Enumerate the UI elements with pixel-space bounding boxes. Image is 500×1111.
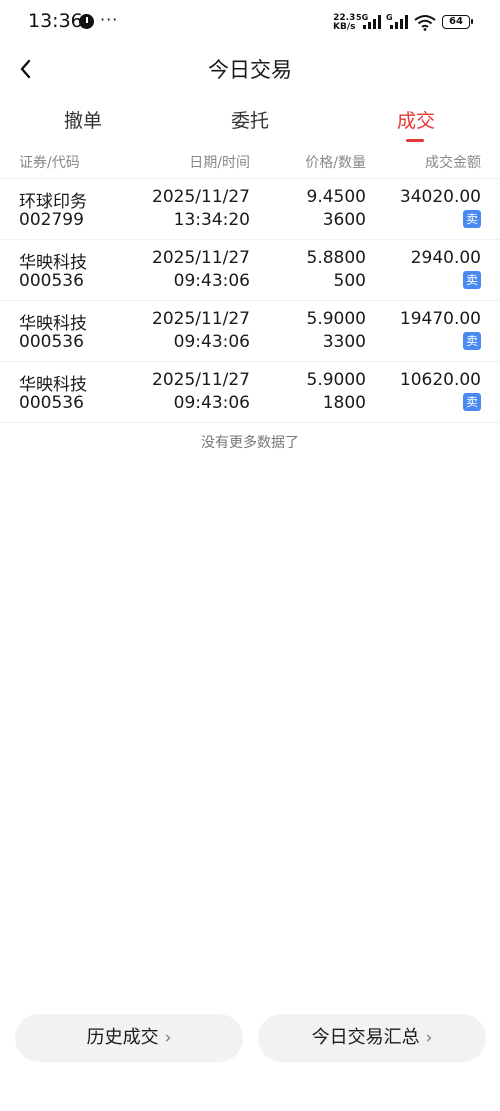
trade-time: 13:34:20	[173, 210, 250, 230]
sell-badge: 卖	[463, 271, 481, 289]
trade-quantity: 3300	[322, 332, 366, 352]
nav-bar: 今日交易	[0, 46, 500, 92]
header-date-time: 日期/时间	[189, 155, 250, 171]
security-name: 环球印务	[19, 192, 87, 212]
trade-price: 5.9000	[306, 370, 366, 390]
header-price-quantity: 价格/数量	[305, 155, 366, 171]
sell-badge: 卖	[463, 210, 481, 228]
table-row[interactable]: 华映科技 000536 2025/11/27 09:43:06 5.9000 1…	[0, 362, 500, 423]
wifi-icon	[414, 15, 436, 31]
trade-time: 09:43:06	[173, 271, 250, 291]
network-speed-unit: KB/s	[333, 22, 356, 32]
trade-quantity: 1800	[322, 393, 366, 413]
status-time: 13:36	[28, 10, 83, 32]
trade-list: 环球印务 002799 2025/11/27 13:34:20 9.4500 3…	[0, 179, 500, 423]
signal-strength-icon	[390, 15, 408, 29]
tab-bar: 撤单 委托 成交	[0, 100, 500, 146]
security-name: 华映科技	[19, 253, 87, 273]
trade-time: 09:43:06	[173, 332, 250, 352]
security-code: 000536	[19, 332, 84, 352]
trade-amount: 10620.00	[399, 370, 481, 390]
trade-price: 5.9000	[306, 309, 366, 329]
header-amount: 成交金额	[425, 155, 481, 171]
trade-price: 9.4500	[306, 187, 366, 207]
table-row[interactable]: 环球印务 002799 2025/11/27 13:34:20 9.4500 3…	[0, 179, 500, 240]
network-speed: 22.3 KB/s	[333, 14, 355, 32]
today-trades-page: 13:36 ··· 22.3 KB/s 5G G 64 今日交易 撤单 委托 成…	[0, 0, 500, 1111]
security-code: 000536	[19, 271, 84, 291]
history-trades-label: 历史成交	[86, 1027, 159, 1048]
trade-date: 2025/11/27	[152, 309, 250, 329]
trade-amount: 2940.00	[410, 248, 481, 268]
active-tab-indicator	[406, 139, 424, 142]
trade-date: 2025/11/27	[152, 370, 250, 390]
signal-strength-icon	[363, 15, 381, 29]
security-code: 000536	[19, 393, 84, 413]
table-row[interactable]: 华映科技 000536 2025/11/27 09:43:06 5.8800 5…	[0, 240, 500, 301]
tab-filled[interactable]: 成交	[376, 106, 456, 133]
today-summary-label: 今日交易汇总	[311, 1027, 420, 1048]
table-row[interactable]: 华映科技 000536 2025/11/27 09:43:06 5.9000 3…	[0, 301, 500, 362]
security-name: 华映科技	[19, 375, 87, 395]
more-notifications-icon: ···	[100, 10, 119, 29]
table-header: 证券/代码 日期/时间 价格/数量 成交金额	[0, 146, 500, 179]
status-bar: 13:36 ··· 22.3 KB/s 5G G 64	[0, 0, 500, 46]
trade-date: 2025/11/27	[152, 248, 250, 268]
header-security-code: 证券/代码	[19, 155, 80, 171]
notification-icon	[79, 14, 94, 29]
trade-date: 2025/11/27	[152, 187, 250, 207]
trade-quantity: 500	[333, 271, 366, 291]
security-code: 002799	[19, 210, 84, 230]
battery-level: 64	[449, 16, 463, 27]
sell-badge: 卖	[463, 332, 481, 350]
today-summary-button[interactable]: 今日交易汇总 ›	[258, 1014, 486, 1062]
no-more-data-text: 没有更多数据了	[201, 435, 299, 451]
chevron-right-icon: ›	[164, 1028, 172, 1048]
sell-badge: 卖	[463, 393, 481, 411]
battery-icon: 64	[442, 15, 473, 29]
page-title: 今日交易	[208, 58, 292, 82]
chevron-right-icon: ›	[425, 1028, 433, 1048]
trade-quantity: 3600	[322, 210, 366, 230]
tab-cancel-order[interactable]: 撤单	[43, 106, 123, 133]
trade-time: 09:43:06	[173, 393, 250, 413]
trade-amount: 34020.00	[399, 187, 481, 207]
security-name: 华映科技	[19, 314, 87, 334]
trade-amount: 19470.00	[399, 309, 481, 329]
trade-price: 5.8800	[306, 248, 366, 268]
tab-orders[interactable]: 委托	[210, 106, 290, 133]
history-trades-button[interactable]: 历史成交 ›	[15, 1014, 243, 1062]
